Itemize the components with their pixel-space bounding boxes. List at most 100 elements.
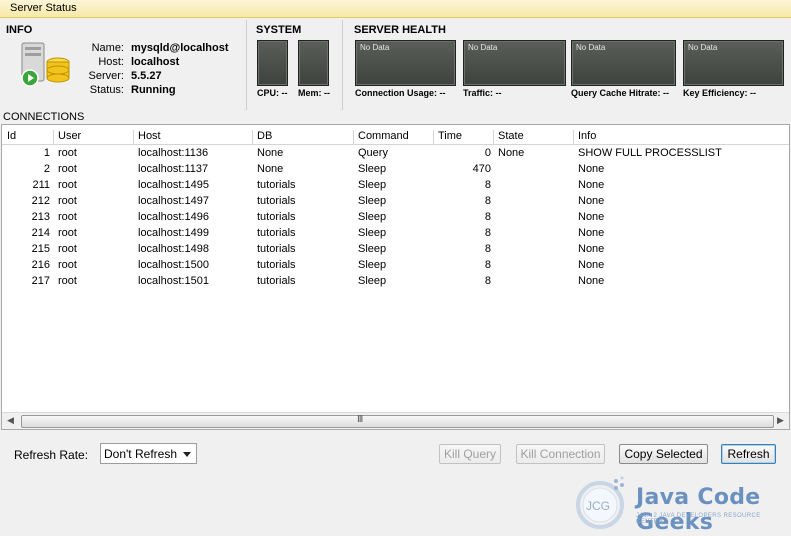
table-row[interactable]: 2 root localhost:1137 None Sleep 470 None — [2, 162, 789, 178]
cell-user: root — [58, 275, 77, 287]
key-efficiency-label: Key Efficiency: -- — [683, 88, 757, 98]
cell-id: 213 — [31, 211, 50, 223]
cell-command: Sleep — [358, 179, 387, 191]
refresh-rate-select[interactable]: Don't Refresh — [100, 443, 197, 464]
cell-db: tutorials — [257, 195, 296, 207]
cell-user: root — [58, 195, 77, 207]
divider — [246, 20, 247, 110]
cell-host: localhost:1497 — [138, 195, 209, 207]
info-labels: Name: Host: Server: Status: — [72, 41, 124, 97]
cell-command: Sleep — [358, 227, 387, 239]
cell-info: None — [578, 179, 605, 191]
cell-host: localhost:1495 — [138, 179, 209, 191]
jcg-logo-text: JCG — [586, 499, 610, 513]
cell-db: tutorials — [257, 243, 296, 255]
connections-table[interactable]: Id User Host DB Command Time State Info … — [1, 124, 790, 535]
traffic-label: Traffic: -- — [463, 88, 502, 98]
cell-host: localhost:1500 — [138, 259, 209, 271]
cpu-gauge — [257, 40, 288, 86]
cell-time: 8 — [484, 227, 491, 239]
cell-info: None — [578, 275, 605, 287]
table-row[interactable]: 211 root localhost:1495 tutorials Sleep 8 None — [2, 178, 789, 194]
scroll-left-arrow-icon[interactable]: ◀ — [7, 415, 14, 426]
cell-time: 8 — [484, 195, 491, 207]
cell-id: 1 — [43, 147, 50, 159]
cell-host: localhost:1498 — [138, 243, 209, 255]
status-value: Running — [131, 84, 176, 96]
scrollbar-thumb[interactable]: III — [21, 414, 774, 428]
divider — [342, 20, 343, 110]
traffic-gauge: No Data — [463, 40, 566, 86]
jcg-logo-icon: JCG — [576, 476, 624, 529]
cell-id: 212 — [31, 195, 50, 207]
cell-info: None — [578, 259, 605, 271]
window-title: Server Status — [10, 2, 77, 14]
column-header-user[interactable]: User — [53, 130, 81, 144]
cell-command: Sleep — [358, 211, 387, 223]
mem-gauge — [298, 40, 329, 86]
cell-command: Sleep — [358, 275, 387, 287]
server-health-section-title: SERVER HEALTH — [354, 24, 446, 36]
cell-info: None — [578, 195, 605, 207]
cell-info: None — [578, 211, 605, 223]
query-cache-hitrate-label: Query Cache Hitrate: -- — [571, 88, 670, 98]
cell-time: 8 — [484, 211, 491, 223]
cell-host: localhost:1136 — [138, 147, 209, 159]
window-title-bar: Server Status — [0, 0, 791, 18]
server-label: Server: — [88, 70, 124, 82]
table-row[interactable]: 216 root localhost:1500 tutorials Sleep 8 None — [2, 258, 789, 274]
cell-db: tutorials — [257, 179, 296, 191]
connection-usage-label: Connection Usage: -- — [355, 88, 446, 98]
kill-connection-button[interactable]: Kill Connection — [516, 444, 605, 464]
cell-info: SHOW FULL PROCESSLIST — [578, 147, 722, 159]
info-section-title: INFO — [6, 24, 33, 36]
column-header-db[interactable]: DB — [252, 130, 272, 144]
cell-db: tutorials — [257, 211, 296, 223]
name-value: mysqld@localhost — [131, 42, 229, 54]
cell-db: None — [257, 147, 284, 159]
kill-query-button[interactable]: Kill Query — [439, 444, 501, 464]
column-header-host[interactable]: Host — [133, 130, 161, 144]
horizontal-scrollbar[interactable]: ◀ III ▶ — [2, 412, 789, 429]
cell-command: Sleep — [358, 243, 387, 255]
cell-db: tutorials — [257, 275, 296, 287]
server-database-running-icon — [18, 40, 72, 90]
cell-user: root — [58, 259, 77, 271]
cell-user: root — [58, 147, 77, 159]
column-header-time[interactable]: Time — [433, 130, 462, 144]
cell-host: localhost:1137 — [138, 163, 209, 175]
connections-section-title: CONNECTIONS — [3, 111, 85, 123]
table-row[interactable]: 215 root localhost:1498 tutorials Sleep 8 None — [2, 242, 789, 258]
refresh-rate-value: Don't Refresh — [104, 447, 177, 461]
cell-time: 8 — [484, 275, 491, 287]
chevron-down-icon — [183, 452, 191, 457]
table-row[interactable]: 214 root localhost:1499 tutorials Sleep 8 None — [2, 226, 789, 242]
java-code-geeks-watermark: JCG Java Code Geeks JAVA 2 JAVA DEVELOPE… — [572, 475, 787, 535]
scroll-right-arrow-icon[interactable]: ▶ — [777, 415, 784, 426]
system-section-title: SYSTEM — [256, 24, 302, 36]
cell-command: Query — [358, 147, 388, 159]
table-row[interactable]: 212 root localhost:1497 tutorials Sleep 8 None — [2, 194, 789, 210]
column-header-command[interactable]: Command — [353, 130, 409, 144]
scrollbar-grip: III — [357, 414, 363, 425]
mem-label: Mem: -- — [298, 88, 330, 98]
cell-info: None — [578, 227, 605, 239]
column-header-info[interactable]: Info — [573, 130, 596, 144]
cell-time: 0 — [484, 147, 491, 159]
cell-time: 8 — [484, 243, 491, 255]
column-header-state[interactable]: State — [493, 130, 524, 144]
cell-host: localhost:1499 — [138, 227, 209, 239]
column-header-id[interactable]: Id — [3, 130, 16, 144]
cell-user: root — [58, 243, 77, 255]
host-value: localhost — [131, 56, 180, 68]
watermark-brand: Java Code Geeks — [636, 485, 761, 535]
refresh-button[interactable]: Refresh — [721, 444, 776, 464]
cell-id: 215 — [31, 243, 50, 255]
table-row[interactable]: 213 root localhost:1496 tutorials Sleep 8 None — [2, 210, 789, 226]
name-label: Name: — [91, 42, 124, 54]
table-row[interactable]: 1 root localhost:1136 None Query 0 None SHOW FU… — [2, 146, 789, 162]
table-row[interactable]: 217 root localhost:1501 tutorials Sleep 8 None — [2, 274, 789, 290]
cell-db: tutorials — [257, 227, 296, 239]
copy-selected-button[interactable]: Copy Selected — [619, 444, 708, 464]
cell-host: localhost:1501 — [138, 275, 209, 287]
